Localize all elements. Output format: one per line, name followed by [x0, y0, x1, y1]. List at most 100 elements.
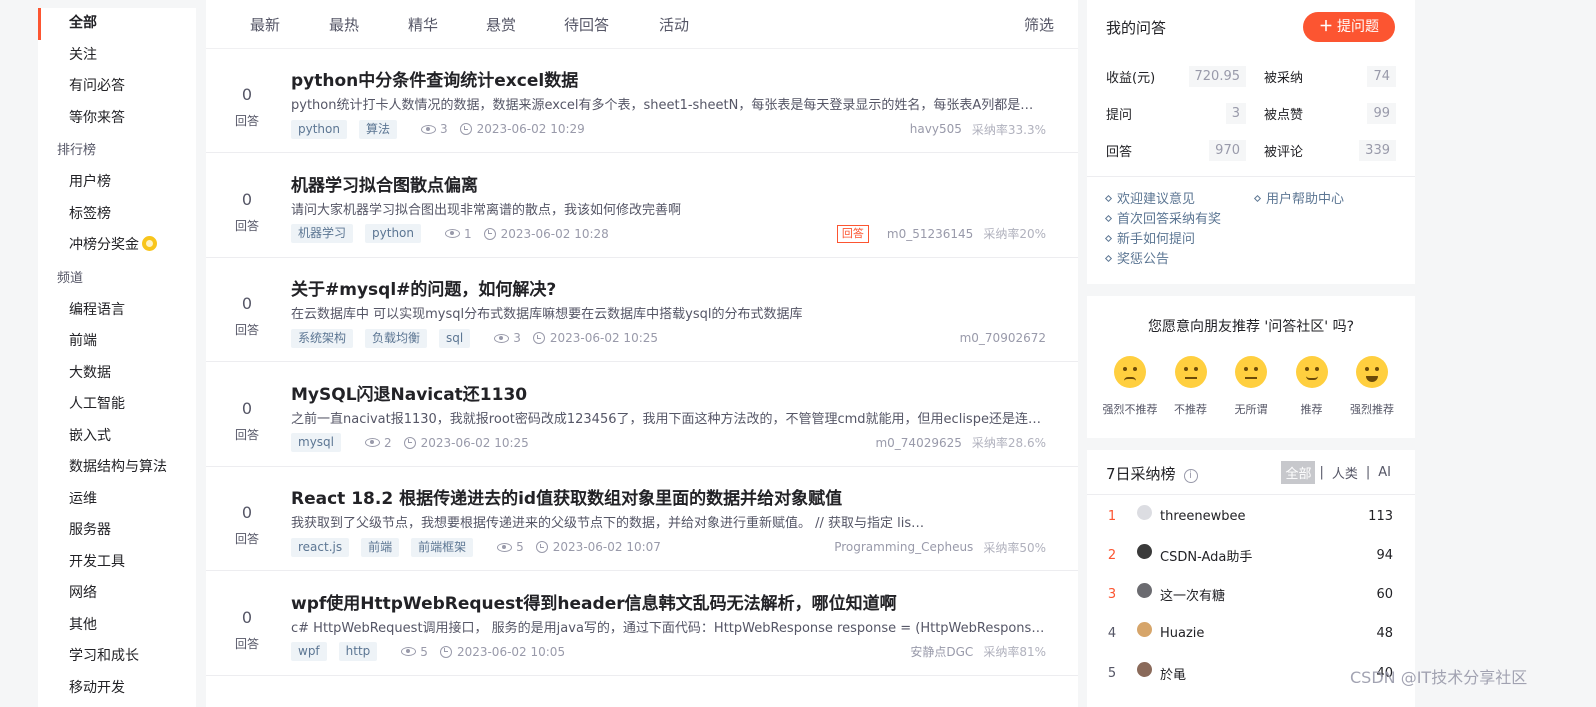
rank-row[interactable]: 4 Huazie 48 [1087, 622, 1415, 644]
question-tag[interactable]: http [338, 642, 378, 661]
nav-item[interactable]: 用户榜 [38, 167, 196, 199]
author-name[interactable]: m0_74029625 [875, 436, 961, 450]
nav-item[interactable]: 大数据 [38, 358, 196, 390]
question-tag[interactable]: sql [439, 328, 471, 348]
question-tag[interactable]: 机器学习 [291, 224, 354, 243]
question-title[interactable]: React 18.2 根据传递进去的id值获取数组对象里面的数据并给对象赋值 [291, 484, 842, 509]
nav-item[interactable]: 前端 [38, 326, 196, 358]
survey-option[interactable]: 不推荐 [1162, 356, 1220, 417]
tab-item[interactable]: 悬赏 [486, 14, 516, 35]
filter-button[interactable]: 筛选 [1024, 14, 1054, 35]
nav-item[interactable]: 开发工具 [38, 547, 196, 579]
nav-item[interactable]: 编程语言 [38, 295, 196, 327]
question-row[interactable]: 0 回答 React 18.2 根据传递进去的id值获取数组对象里面的数据并给对象赋… [206, 467, 1078, 571]
rank-filter[interactable]: 人类 [1328, 461, 1362, 484]
question-tag[interactable]: 前端框架 [411, 537, 474, 557]
my-qa-title: 我的问答 [1106, 19, 1167, 37]
question-tag[interactable]: 负载均衡 [365, 328, 428, 348]
nav-item[interactable]: 服务器 [38, 515, 196, 547]
view-count-value: 5 [516, 540, 524, 554]
help-link[interactable]: 首次回答采纳有奖 [1104, 210, 1251, 230]
help-link[interactable]: 用户帮助中心 [1253, 190, 1374, 210]
rank-row[interactable]: 3 这一次有糖 60 [1087, 583, 1415, 605]
rank-filter[interactable]: 全部 [1281, 461, 1316, 484]
question-row[interactable]: 0 回答 关于#mysql#的问题，如何解决? 在云数据库中 可以实现mysql分布式… [206, 258, 1078, 362]
question-title[interactable]: python中分条件查询统计excel数据 [291, 66, 578, 91]
stat-cell[interactable]: 回答 970 [1106, 140, 1254, 161]
question-row[interactable]: 0 回答 机器学习拟合图散点偏离 请问大家机器学习拟合图出现非常离谱的散点，我该如何修… [206, 154, 1078, 258]
rank-user-name[interactable]: 於黾 [1160, 664, 1355, 683]
nav-item[interactable]: 全部 [38, 8, 196, 40]
rank-filter[interactable]: AI [1374, 463, 1395, 482]
stat-cell[interactable]: 被评论 339 [1254, 140, 1396, 161]
nav-item[interactable]: 网络 [38, 578, 196, 610]
stat-cell[interactable]: 提问 3 [1106, 103, 1254, 124]
question-title[interactable]: 关于#mysql#的问题，如何解决? [291, 275, 556, 300]
nav-item[interactable]: 标签榜 [38, 199, 196, 231]
rank-user-name[interactable]: CSDN-Ada助手 [1160, 546, 1355, 565]
nav-item[interactable]: 人工智能 [38, 389, 196, 421]
question-row[interactable]: 0 回答 wpf使用HttpWebRequest得到header信息韩文乱码无法解析… [206, 572, 1078, 676]
ask-question-button[interactable]: ＋提问题 [1303, 12, 1395, 42]
stat-cell[interactable]: 收益(元) 720.95 [1106, 66, 1254, 87]
stat-cell[interactable]: 被点赞 99 [1254, 103, 1396, 124]
author-name[interactable]: m0_70902672 [960, 331, 1046, 345]
nav-item[interactable]: 等你来答 [38, 103, 196, 135]
question-tag[interactable]: mysql [291, 433, 341, 452]
rank-user-name[interactable]: Huazie [1160, 626, 1355, 641]
rank-row[interactable]: 2 CSDN-Ada助手 94 [1087, 543, 1415, 565]
tab-item[interactable]: 最热 [329, 14, 359, 35]
info-icon[interactable]: i [1183, 469, 1198, 483]
post-time-value: 2023-06-02 10:25 [420, 435, 529, 450]
question-tag[interactable]: react.js [291, 537, 350, 557]
question-tag[interactable]: python [291, 119, 347, 139]
rank-user-name[interactable]: 这一次有糖 [1160, 585, 1355, 604]
rank-row[interactable]: 1 threenewbee 113 [1087, 504, 1415, 526]
nav-item[interactable]: 其他 [38, 610, 196, 642]
survey-option[interactable]: 推荐 [1283, 356, 1341, 417]
author-name[interactable]: m0_51236145 [887, 227, 973, 241]
question-tag[interactable]: wpf [291, 642, 327, 661]
author-name[interactable]: havy505 [910, 122, 962, 136]
rank-user-name[interactable]: threenewbee [1160, 509, 1355, 524]
nav-item[interactable]: 移动开发 [38, 673, 196, 705]
question-tag[interactable]: 前端 [361, 537, 400, 557]
help-link[interactable]: 欢迎建议意见 [1104, 190, 1225, 210]
avatar[interactable] [1137, 622, 1152, 638]
clock-icon [483, 227, 496, 240]
tab-item[interactable]: 活动 [659, 14, 689, 35]
survey-option[interactable]: 无所谓 [1222, 356, 1280, 417]
avatar[interactable] [1137, 504, 1152, 520]
question-title[interactable]: MySQL闪退Navicat还1130 [291, 380, 527, 405]
nav-item[interactable]: 学习和成长 [38, 641, 196, 673]
nav-item[interactable]: 关注 [38, 40, 196, 72]
tab-item[interactable]: 精华 [408, 14, 438, 35]
author-name[interactable]: Programming_Cepheus [834, 540, 973, 554]
survey-option[interactable]: 强烈不推荐 [1101, 356, 1159, 417]
avatar[interactable] [1137, 583, 1152, 599]
question-tag[interactable]: 系统架构 [291, 328, 354, 348]
question-row[interactable]: 0 回答 MySQL闪退Navicat还1130 之前一直nacivat报1130，我… [206, 363, 1078, 467]
author-name[interactable]: 安静点DGC [910, 643, 973, 660]
nav-item[interactable]: 数据结构与算法 [38, 452, 196, 484]
question-tag[interactable]: 算法 [358, 119, 397, 139]
question-tag[interactable]: python [365, 224, 421, 243]
question-row[interactable]: 0 回答 python中分条件查询统计excel数据 python统计打卡人数情况的数… [206, 49, 1078, 153]
help-link[interactable]: 奖惩公告 [1104, 250, 1199, 270]
answer-button[interactable]: 回答 [836, 224, 869, 243]
survey-option[interactable]: 强烈推荐 [1343, 356, 1401, 417]
avatar[interactable] [1137, 543, 1152, 559]
nav-item[interactable]: 有问必答 [38, 71, 196, 103]
question-title[interactable]: 机器学习拟合图散点偏离 [291, 171, 478, 196]
tab-item[interactable]: 待回答 [564, 14, 609, 35]
question-title[interactable]: wpf使用HttpWebRequest得到header信息韩文乱码无法解析，哪位… [291, 589, 897, 614]
nav-item[interactable]: 运维 [38, 484, 196, 516]
stat-label: 被评论 [1264, 145, 1304, 160]
tab-item[interactable]: 最新 [250, 14, 280, 35]
help-link-label: 首次回答采纳有奖 [1117, 212, 1222, 227]
nav-item[interactable]: 嵌入式 [38, 421, 196, 453]
help-link[interactable]: 新手如何提问 [1104, 230, 1225, 250]
avatar[interactable] [1137, 661, 1152, 677]
stat-cell[interactable]: 被采纳 74 [1254, 66, 1396, 87]
nav-item[interactable]: 冲榜分奖金 [38, 230, 196, 262]
